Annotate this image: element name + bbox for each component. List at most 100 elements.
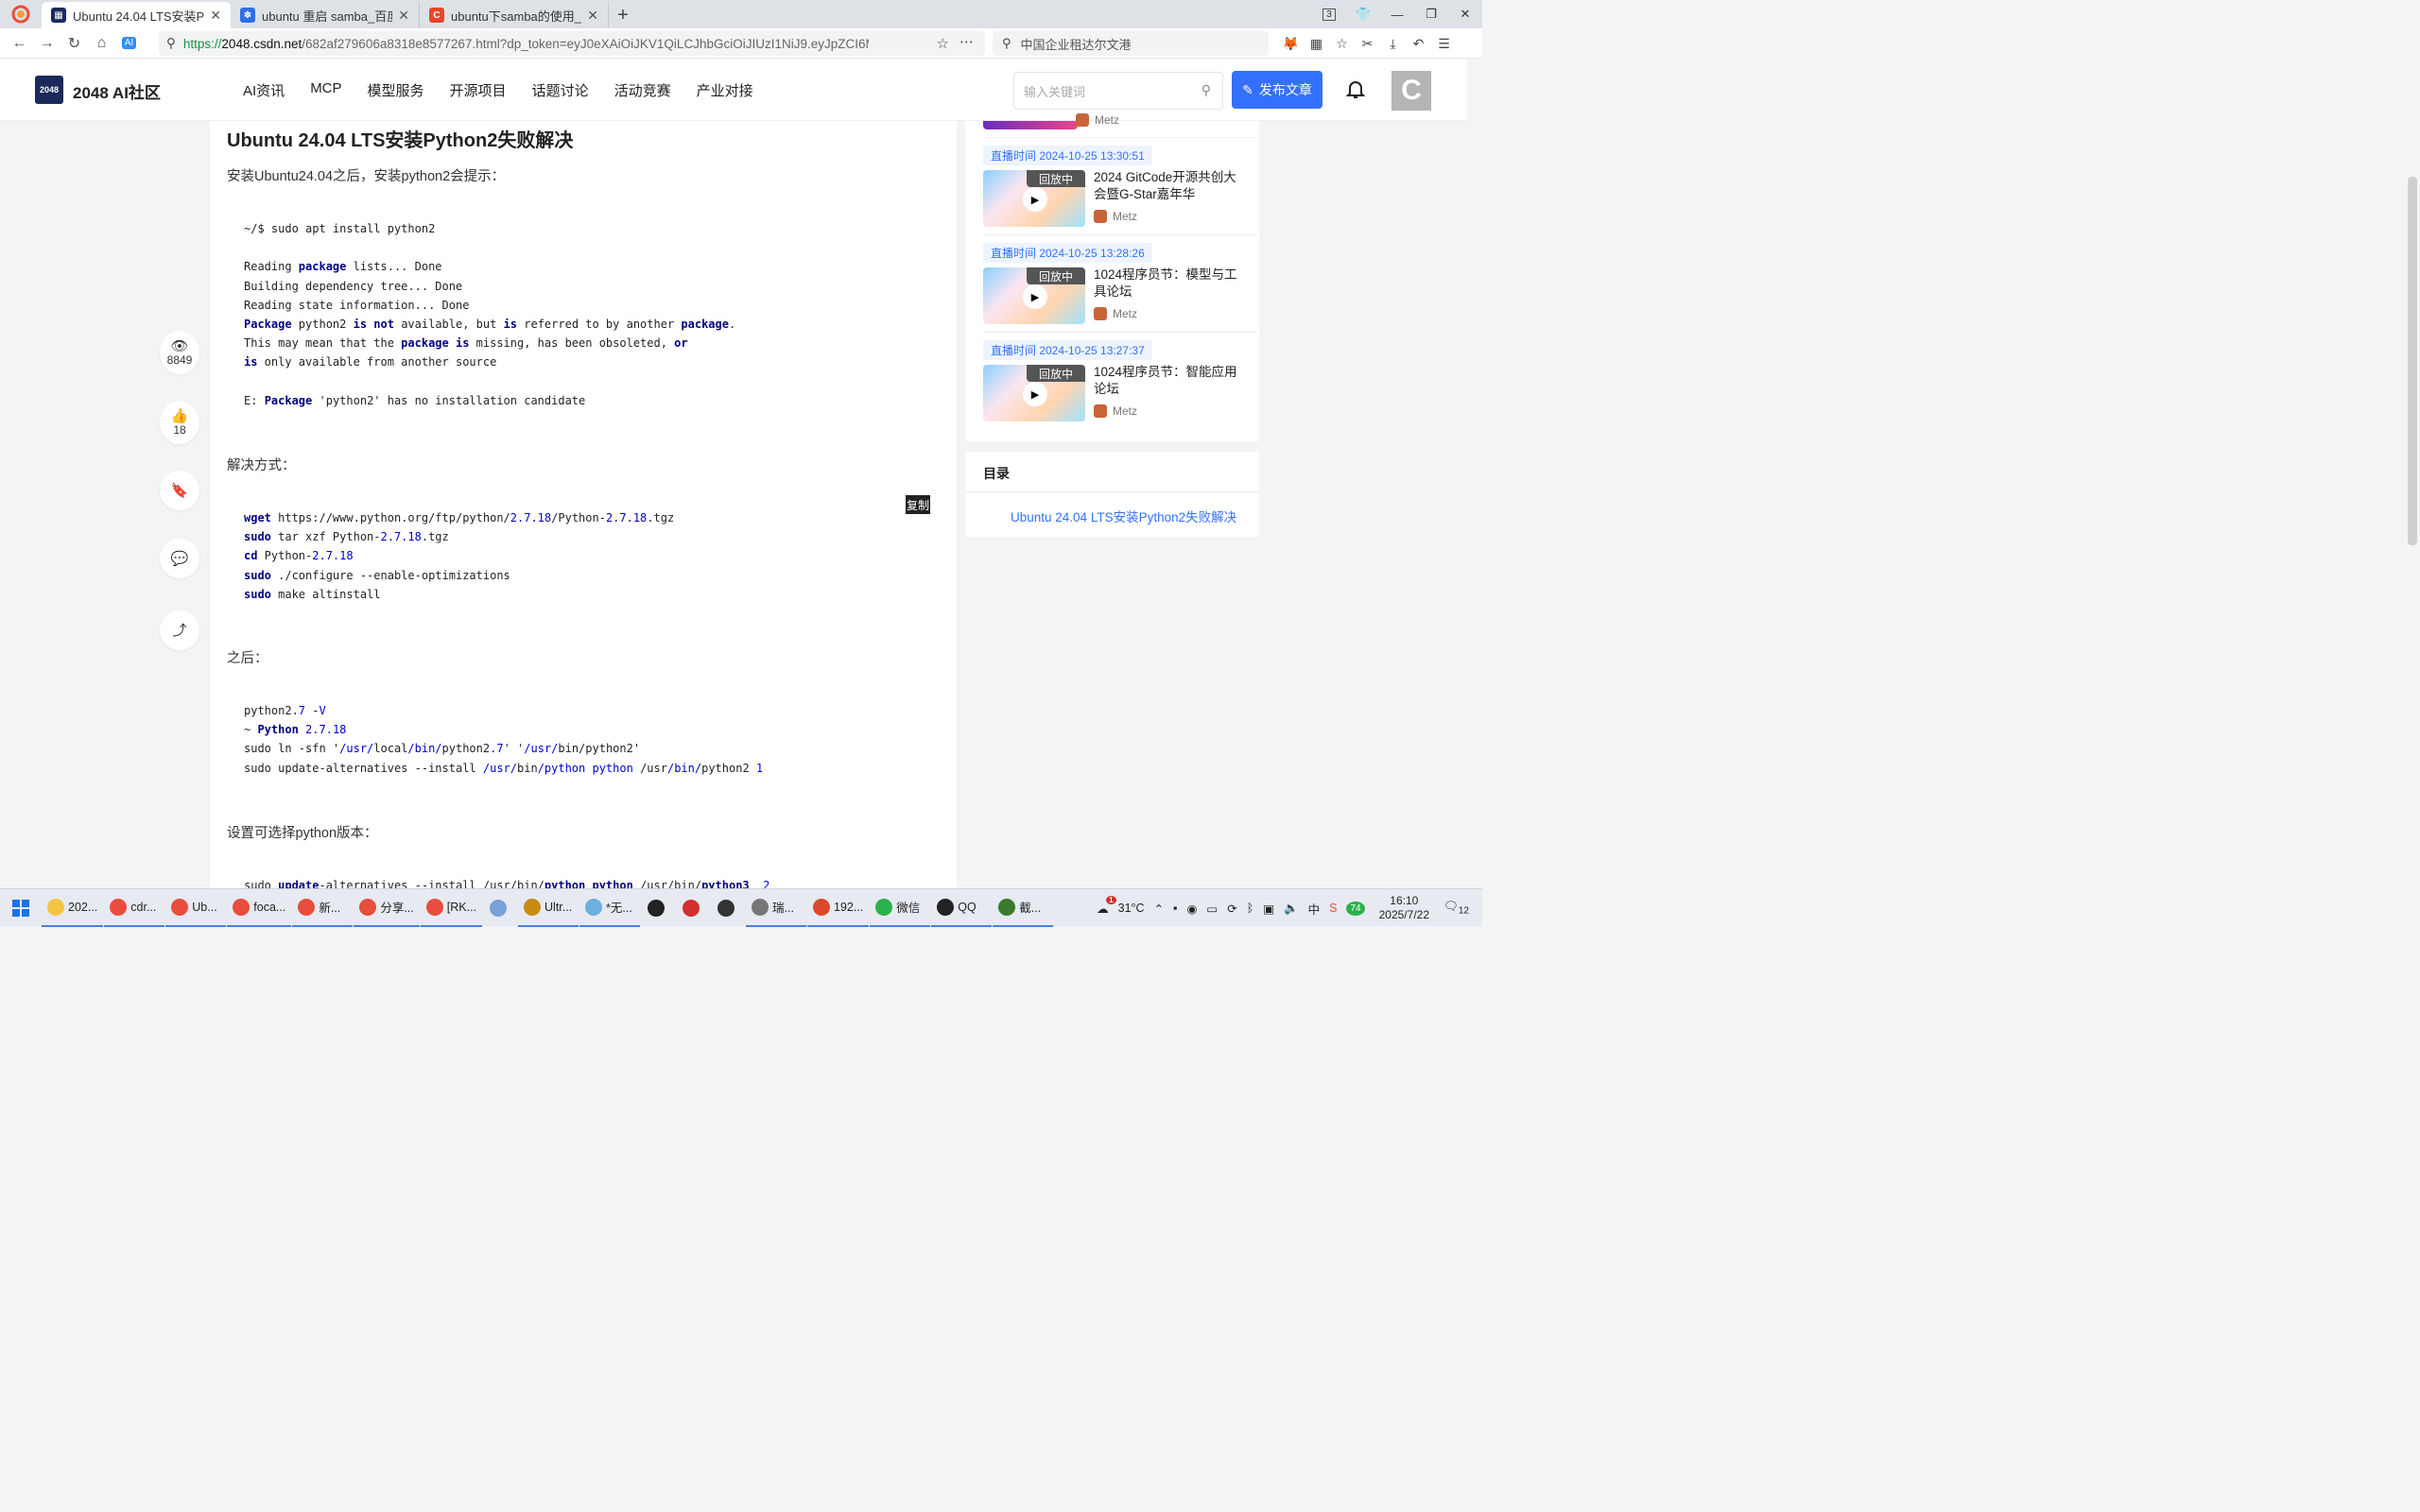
live-thumbnail[interactable]: 回放中 ▶ [983, 170, 1085, 227]
live-item[interactable]: 直播时间 2024-10-25 13:27:37 回放中 ▶ 1024程序员节：… [983, 340, 1257, 421]
tab-count-icon[interactable]: 3 [1312, 0, 1346, 28]
live-title[interactable]: 1024程序员节：智能应用论坛 [1094, 364, 1245, 398]
download-icon[interactable]: ⤓ [1380, 28, 1406, 59]
live-item[interactable]: 直播时间 2024-10-25 13:28:26 回放中 ▶ 1024程序员节：… [983, 243, 1257, 324]
live-thumbnail[interactable]: 回放中 ▶ [983, 267, 1085, 324]
apps-grid-icon[interactable]: ▦ [1304, 28, 1329, 59]
windows-start-icon[interactable] [0, 889, 42, 927]
taskbar-app[interactable]: 微信 [870, 889, 931, 927]
site-logo[interactable]: 2048 [35, 76, 63, 104]
ai-icon[interactable]: AI [115, 28, 143, 59]
bookmark-button[interactable]: 🔖 [160, 471, 199, 510]
minimize-button[interactable]: — [1380, 0, 1414, 28]
taskbar-app[interactable] [483, 889, 517, 927]
clock-time: 16:10 [1390, 894, 1419, 907]
restore-button[interactable]: ❐ [1414, 0, 1448, 28]
like-button[interactable]: 👍 18 [160, 401, 199, 444]
nav-ai-news[interactable]: AI资讯 [243, 80, 285, 100]
nav-topics[interactable]: 话题讨论 [532, 80, 589, 100]
bell-icon[interactable] [1344, 77, 1367, 106]
taskbar-app[interactable]: cdr... [104, 889, 165, 927]
chevron-up-icon[interactable]: ⌃ [1154, 902, 1164, 916]
back-arrow-icon[interactable]: ← [6, 28, 33, 59]
page-scrollbar[interactable] [2405, 59, 2420, 888]
tray-app-icon[interactable]: ▪ [1173, 902, 1177, 915]
taskbar-app[interactable]: foca... [227, 889, 292, 927]
battery-level-badge[interactable]: 74 [1346, 901, 1365, 916]
prev-thumbnail[interactable] [983, 121, 1078, 129]
taskbar-app[interactable]: 瑞... [746, 889, 807, 927]
taskbar-app[interactable]: 192... [807, 889, 870, 927]
taskbar-app[interactable] [711, 889, 745, 927]
nav-industry[interactable]: 产业对接 [697, 80, 753, 100]
battery-icon[interactable]: ▭ [1206, 902, 1218, 916]
nav-model-service[interactable]: 模型服务 [368, 80, 424, 100]
close-icon[interactable]: ✕ [587, 8, 598, 24]
weather-temp[interactable]: 31°C [1118, 902, 1145, 915]
forward-arrow-icon[interactable]: → [33, 28, 60, 59]
play-icon[interactable]: ▶ [1023, 187, 1047, 212]
browser-search-input[interactable]: ⚲ 中国企业租达尔文港 [993, 31, 1269, 56]
browser-logo-icon[interactable] [0, 0, 42, 28]
extension-icon[interactable]: 🦊 [1278, 28, 1304, 59]
live-title[interactable]: 2024 GitCode开源共创大会暨G-Star嘉年华 [1094, 169, 1245, 203]
taskbar-app[interactable]: QQ [931, 889, 993, 927]
user-avatar[interactable]: C [1392, 71, 1431, 111]
ime-icon[interactable]: 中 [1308, 900, 1321, 918]
search-icon[interactable]: ⚲ [1201, 82, 1211, 98]
taskbar-app[interactable] [676, 889, 710, 927]
site-search-input[interactable]: 输入关键词 ⚲ [1013, 72, 1223, 110]
nav-events[interactable]: 活动竞赛 [614, 80, 671, 100]
new-tab-button[interactable]: + [609, 2, 637, 28]
taskbar-app[interactable]: 分享... [354, 889, 420, 927]
scrollbar-thumb[interactable] [2408, 177, 2417, 545]
bluetooth-icon[interactable]: ᛒ [1247, 902, 1254, 915]
nav-mcp[interactable]: MCP [310, 80, 341, 100]
taskbar-clock[interactable]: 16:10 2025/7/22 [1379, 894, 1429, 922]
reload-icon[interactable]: ↻ [60, 28, 88, 59]
undo-icon[interactable]: ↶ [1406, 28, 1431, 59]
copy-button[interactable]: 复制 [906, 495, 930, 514]
share-button[interactable]: ⤴ [160, 610, 199, 650]
tab-baidu-samba[interactable]: ✽ ubuntu 重启 samba_百度搜 ✕ [231, 2, 420, 28]
close-window-button[interactable]: ✕ [1448, 0, 1482, 28]
close-icon[interactable]: ✕ [398, 8, 409, 24]
home-icon[interactable]: ⌂ [88, 28, 115, 59]
favorites-icon[interactable]: ☆ [1329, 28, 1355, 59]
taskbar-app[interactable]: Ultr... [518, 889, 579, 927]
site-name[interactable]: 2048 AI社区 [73, 79, 161, 103]
shirt-skin-icon[interactable]: 👕 [1346, 0, 1380, 28]
comment-button[interactable]: 💬 [160, 539, 199, 578]
live-thumbnail[interactable]: 回放中 ▶ [983, 365, 1085, 421]
taskbar-app[interactable]: *无... [579, 889, 641, 927]
menu-icon[interactable]: ☰ [1431, 28, 1457, 59]
sogou-icon[interactable]: S [1329, 902, 1337, 915]
close-icon[interactable]: ✕ [210, 8, 221, 24]
sync-icon[interactable]: ⟳ [1227, 902, 1236, 916]
taskbar-app[interactable]: [RK... [420, 889, 483, 927]
views-count: 8849 [166, 352, 193, 367]
tab-samba-usage[interactable]: C ubuntu下samba的使用_ubu ✕ [420, 2, 609, 28]
weather-icon[interactable]: ☁ 1 [1097, 895, 1116, 916]
taskbar-app[interactable]: Ub... [165, 889, 227, 927]
play-icon[interactable]: ▶ [1023, 284, 1047, 309]
taskbar-app[interactable]: 新... [292, 889, 354, 927]
volume-icon[interactable]: 🔈 [1284, 902, 1299, 916]
taskbar-app[interactable]: 截... [993, 889, 1054, 927]
wechat-tray-icon[interactable]: ◉ [1187, 902, 1198, 916]
nav-open-source[interactable]: 开源项目 [450, 80, 507, 100]
notification-icon[interactable]: 🗨12 [1443, 900, 1469, 917]
play-icon[interactable]: ▶ [1023, 382, 1047, 406]
scissors-icon[interactable]: ✂ [1355, 28, 1380, 59]
tab-ubuntu-python2[interactable]: ▦ Ubuntu 24.04 LTS安装Pytho ✕ [42, 2, 231, 28]
live-title[interactable]: 1024程序员节：模型与工具论坛 [1094, 266, 1245, 301]
network-icon[interactable]: ▣ [1263, 902, 1274, 916]
publish-article-button[interactable]: ✎ 发布文章 [1232, 71, 1322, 109]
address-bar[interactable]: ⚲ https://2048.csdn.net/682af279606a8318… [159, 31, 985, 56]
taskbar-app[interactable] [641, 889, 675, 927]
live-item[interactable]: 直播时间 2024-10-25 13:30:51 回放中 ▶ 2024 GitC… [983, 146, 1257, 227]
star-icon[interactable]: ☆ [937, 35, 949, 52]
more-icon[interactable]: ⋯ [959, 33, 974, 50]
taskbar-app[interactable]: 202... [42, 889, 104, 927]
toc-item[interactable]: Ubuntu 24.04 LTS安装Python2失败解决 [1011, 507, 1236, 525]
